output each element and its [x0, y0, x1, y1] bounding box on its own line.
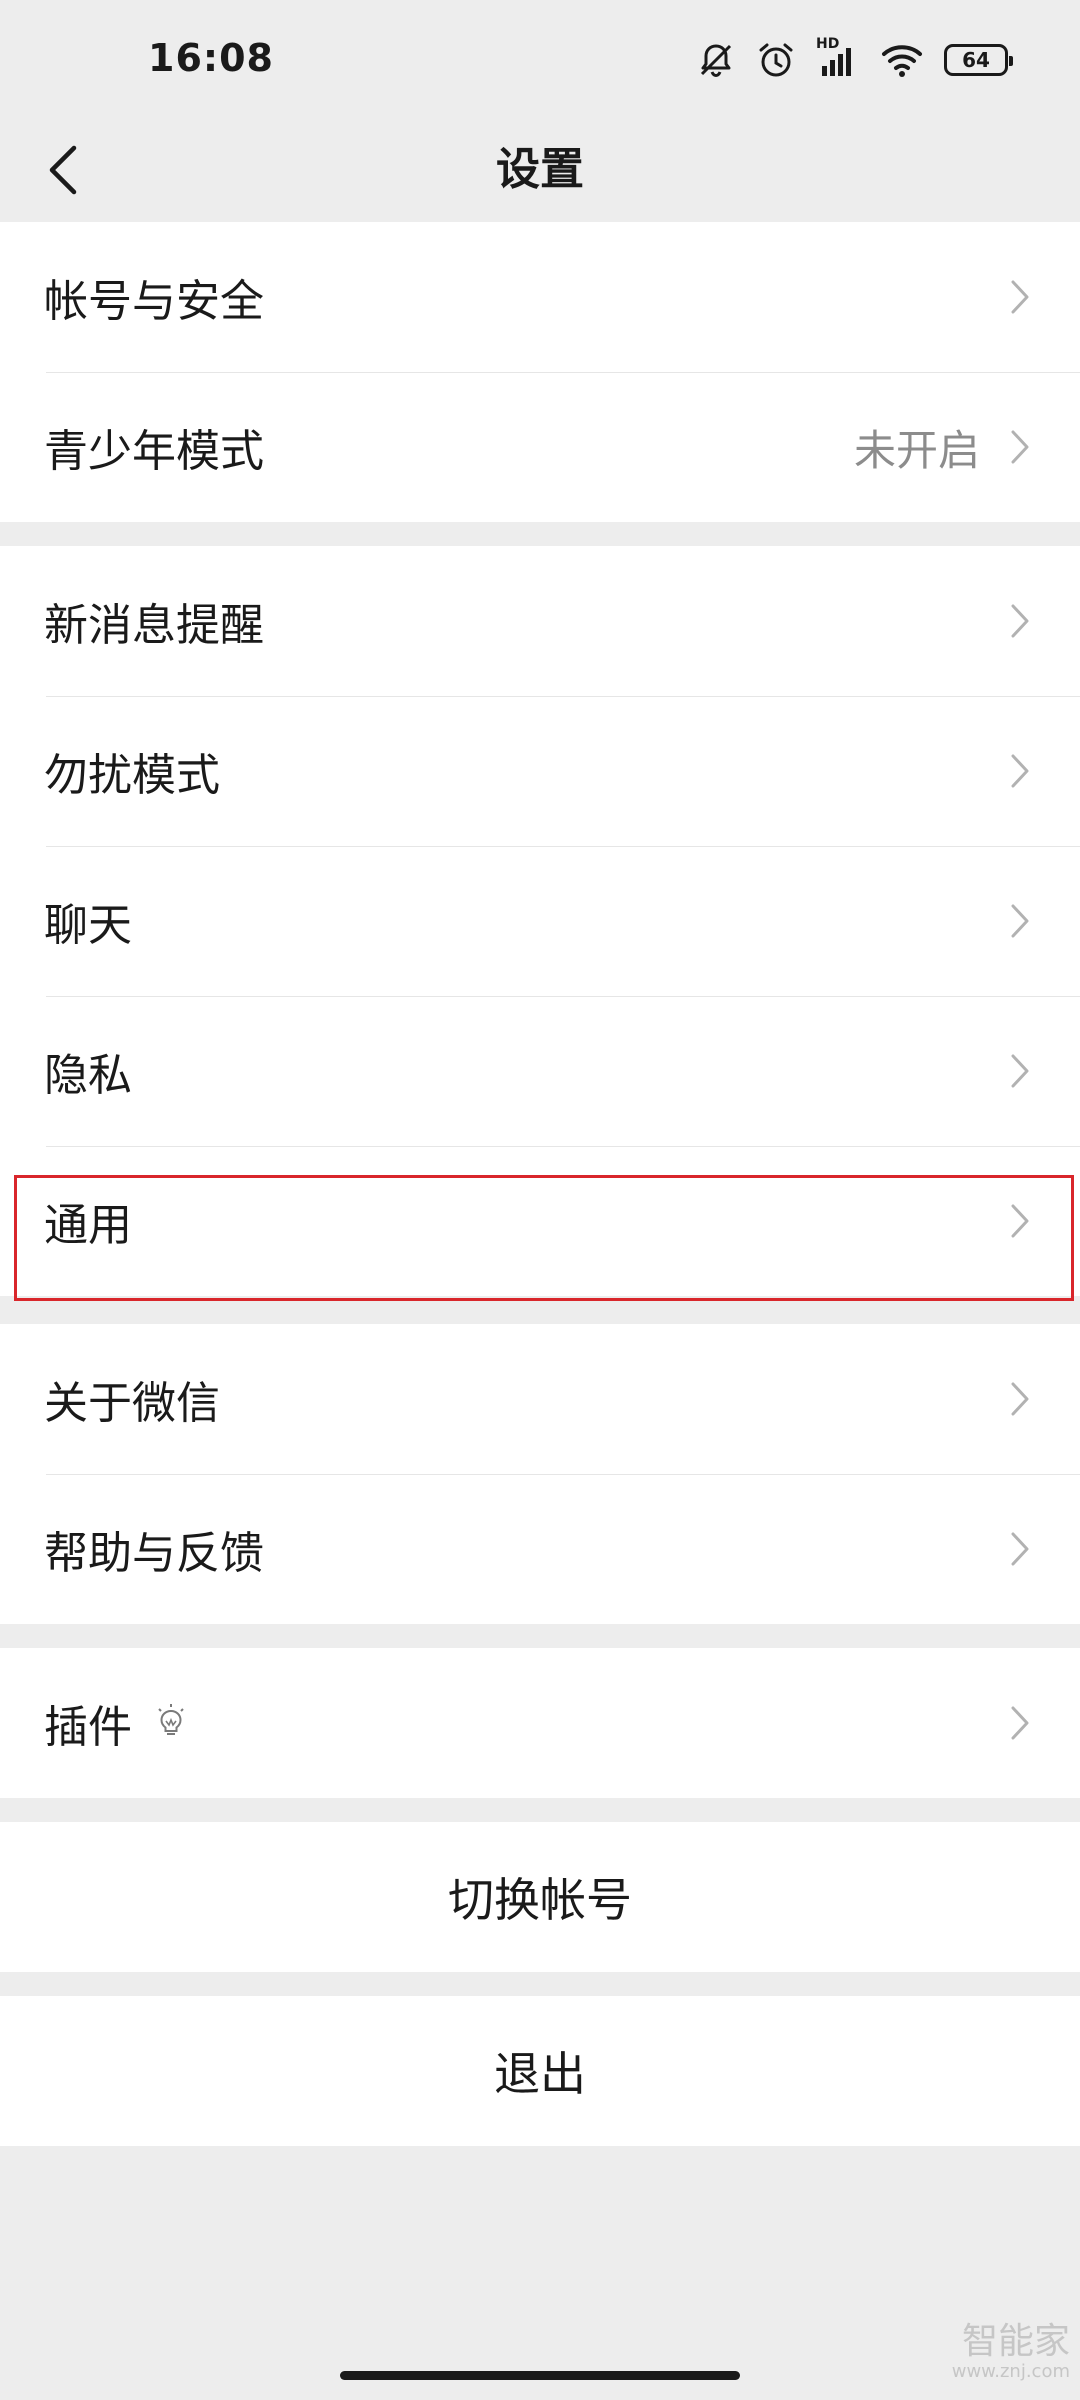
- settings-item-general[interactable]: 通用: [0, 1146, 1080, 1296]
- chevron-right-icon: [1008, 1703, 1032, 1743]
- watermark: 智能家 www.znj.com: [952, 2322, 1070, 2382]
- settings-item-help-feedback[interactable]: 帮助与反馈: [0, 1474, 1080, 1624]
- settings-item-label: 插件: [44, 1702, 132, 1753]
- nav-bar: 设置: [0, 120, 1080, 220]
- chevron-right-icon: [1008, 751, 1032, 791]
- chevron-right-icon: [1008, 1201, 1032, 1241]
- settings-item-new-message-alerts[interactable]: 新消息提醒: [0, 546, 1080, 696]
- settings-item-label: 帐号与安全: [44, 276, 264, 327]
- battery-icon: 64: [944, 44, 1013, 76]
- settings-group-general: 新消息提醒 勿扰模式 聊天 隐私 通用: [0, 546, 1080, 1296]
- settings-item-chat[interactable]: 聊天: [0, 846, 1080, 996]
- settings-item-privacy[interactable]: 隐私: [0, 996, 1080, 1146]
- watermark-text: 智能家: [961, 2321, 1070, 2362]
- settings-item-account-security[interactable]: 帐号与安全: [0, 222, 1080, 372]
- settings-item-plugins[interactable]: 插件: [0, 1648, 1080, 1798]
- settings-item-label: 勿扰模式: [44, 750, 220, 801]
- settings-item-label: 通用: [44, 1200, 132, 1251]
- chevron-right-icon: [1008, 277, 1032, 317]
- page-title: 设置: [496, 144, 584, 195]
- settings-item-do-not-disturb[interactable]: 勿扰模式: [0, 696, 1080, 846]
- settings-item-label: 关于微信: [44, 1378, 220, 1429]
- wifi-icon: [880, 40, 924, 80]
- chevron-right-icon: [1008, 601, 1032, 641]
- settings-item-label: 帮助与反馈: [44, 1528, 264, 1579]
- signal-icon: HD: [816, 36, 860, 80]
- lightbulb-icon: [154, 1703, 188, 1743]
- chevron-right-icon: [1008, 1529, 1032, 1569]
- chevron-right-icon: [1008, 427, 1032, 467]
- settings-item-teen-mode[interactable]: 青少年模式 未开启: [0, 372, 1080, 522]
- settings-item-label: 青少年模式: [44, 426, 264, 477]
- logout-label: 退出: [494, 2047, 586, 2101]
- settings-item-label: 新消息提醒: [44, 600, 264, 651]
- settings-group-account: 帐号与安全 青少年模式 未开启: [0, 222, 1080, 522]
- chevron-right-icon: [1008, 901, 1032, 941]
- home-indicator[interactable]: [340, 2371, 740, 2380]
- bell-muted-icon: [696, 40, 736, 80]
- switch-account-section: 切换帐号: [0, 1822, 1080, 1972]
- switch-account-label: 切换帐号: [448, 1873, 632, 1927]
- chevron-right-icon: [1008, 1379, 1032, 1419]
- settings-item-label: 聊天: [44, 900, 132, 951]
- status-time: 16:08: [148, 36, 274, 80]
- settings-screen: 16:08 HD 64 设置 帐号与安全 青少年模式 未开启 新消息提醒 勿扰模…: [0, 0, 1080, 2400]
- logout-section: 退出: [0, 1996, 1080, 2146]
- switch-account-button[interactable]: 切换帐号: [0, 1822, 1080, 1972]
- status-bar: 16:08 HD 64: [0, 0, 1080, 120]
- settings-group-plugins: 插件: [0, 1648, 1080, 1798]
- status-icons: HD 64: [696, 36, 1013, 84]
- teen-mode-status: 未开启: [853, 425, 980, 475]
- settings-group-about: 关于微信 帮助与反馈: [0, 1324, 1080, 1624]
- watermark-url: www.znj.com: [951, 2361, 1070, 2382]
- settings-item-about-wechat[interactable]: 关于微信: [0, 1324, 1080, 1474]
- settings-item-label: 隐私: [44, 1050, 132, 1101]
- chevron-right-icon: [1008, 1051, 1032, 1091]
- logout-button[interactable]: 退出: [0, 1996, 1080, 2146]
- battery-level: 64: [962, 48, 990, 72]
- alarm-icon: [756, 40, 796, 80]
